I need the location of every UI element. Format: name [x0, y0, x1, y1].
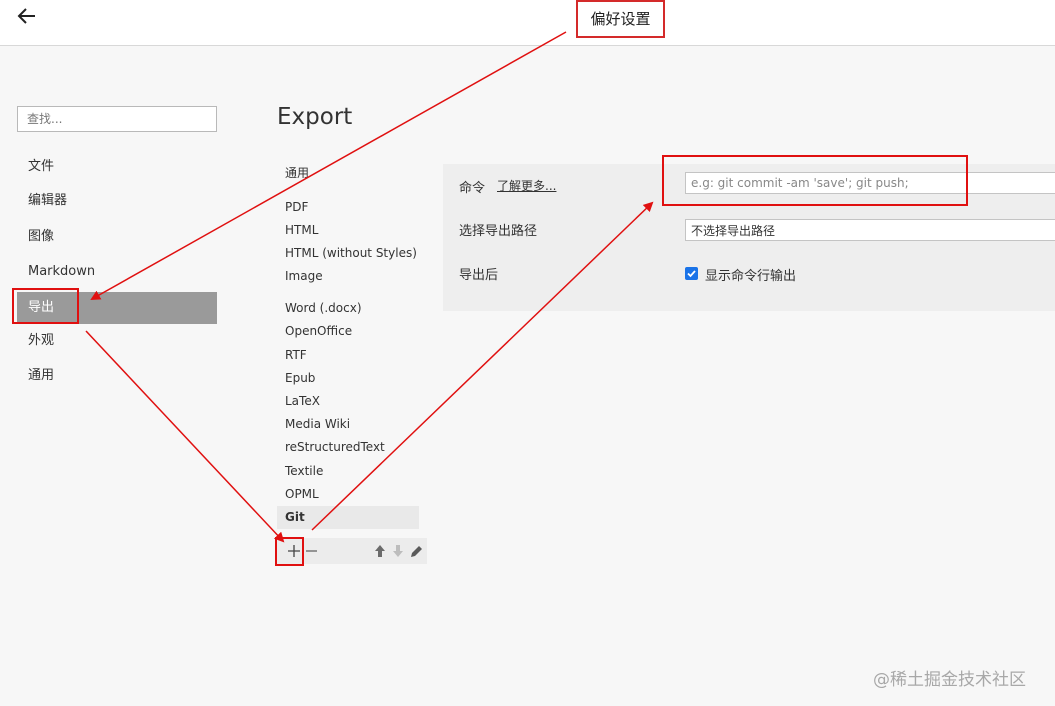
- show-output-label: 显示命令行输出: [705, 269, 797, 284]
- page-title: Export: [277, 104, 353, 130]
- sidebar-item-editor[interactable]: 编辑器: [17, 185, 217, 217]
- export-list-item-html-no-styles[interactable]: HTML (without Styles): [277, 242, 419, 265]
- sidebar-item-markdown[interactable]: Markdown: [17, 256, 217, 288]
- top-bar: [0, 0, 1055, 46]
- back-arrow-icon[interactable]: [16, 5, 38, 27]
- export-list-item-opml[interactable]: OPML: [277, 483, 419, 506]
- check-icon: [687, 270, 696, 278]
- highlight-command-input: [662, 155, 968, 206]
- output-path-label: 选择导出路径: [459, 224, 538, 239]
- show-output-checkbox[interactable]: [685, 267, 698, 280]
- export-list-item-mediawiki[interactable]: Media Wiki: [277, 413, 419, 436]
- export-list-item-rtf[interactable]: RTF: [277, 344, 419, 367]
- export-list-item-textile[interactable]: Textile: [277, 460, 419, 483]
- sidebar-item-file[interactable]: 文件: [17, 151, 217, 183]
- minus-icon[interactable]: [303, 538, 321, 564]
- export-list-item-general[interactable]: 通用: [277, 162, 419, 185]
- highlight-export-nav: [12, 288, 79, 324]
- export-list-item-latex[interactable]: LaTeX: [277, 390, 419, 413]
- arrow-up-icon[interactable]: [371, 538, 389, 564]
- export-list-item-word[interactable]: Word (.docx): [277, 297, 419, 320]
- export-list-item-git[interactable]: Git: [277, 506, 419, 529]
- export-list-item-epub[interactable]: Epub: [277, 367, 419, 390]
- output-path-input[interactable]: [685, 219, 1055, 241]
- highlight-add-button: [275, 537, 304, 566]
- export-list-item-image[interactable]: Image: [277, 265, 419, 288]
- after-export-label: 导出后: [459, 268, 499, 283]
- annotation-preferences-label: 偏好设置: [576, 0, 665, 38]
- export-list-item-restructuredtext[interactable]: reStructuredText: [277, 436, 419, 459]
- watermark: @稀土掘金技术社区: [873, 670, 1026, 690]
- pencil-icon[interactable]: [407, 538, 425, 564]
- export-list-item-pdf[interactable]: PDF: [277, 196, 419, 219]
- learn-more-link[interactable]: 了解更多...: [497, 177, 556, 194]
- export-list-item-openoffice[interactable]: OpenOffice: [277, 320, 419, 343]
- command-label: 命令: [459, 181, 486, 196]
- export-list-item-html[interactable]: HTML: [277, 219, 419, 242]
- sidebar-item-image[interactable]: 图像: [17, 221, 217, 253]
- arrow-down-icon[interactable]: [389, 538, 407, 564]
- sidebar-item-general[interactable]: 通用: [17, 360, 217, 392]
- search-input[interactable]: [17, 106, 217, 132]
- sidebar-item-appearance[interactable]: 外观: [17, 325, 217, 357]
